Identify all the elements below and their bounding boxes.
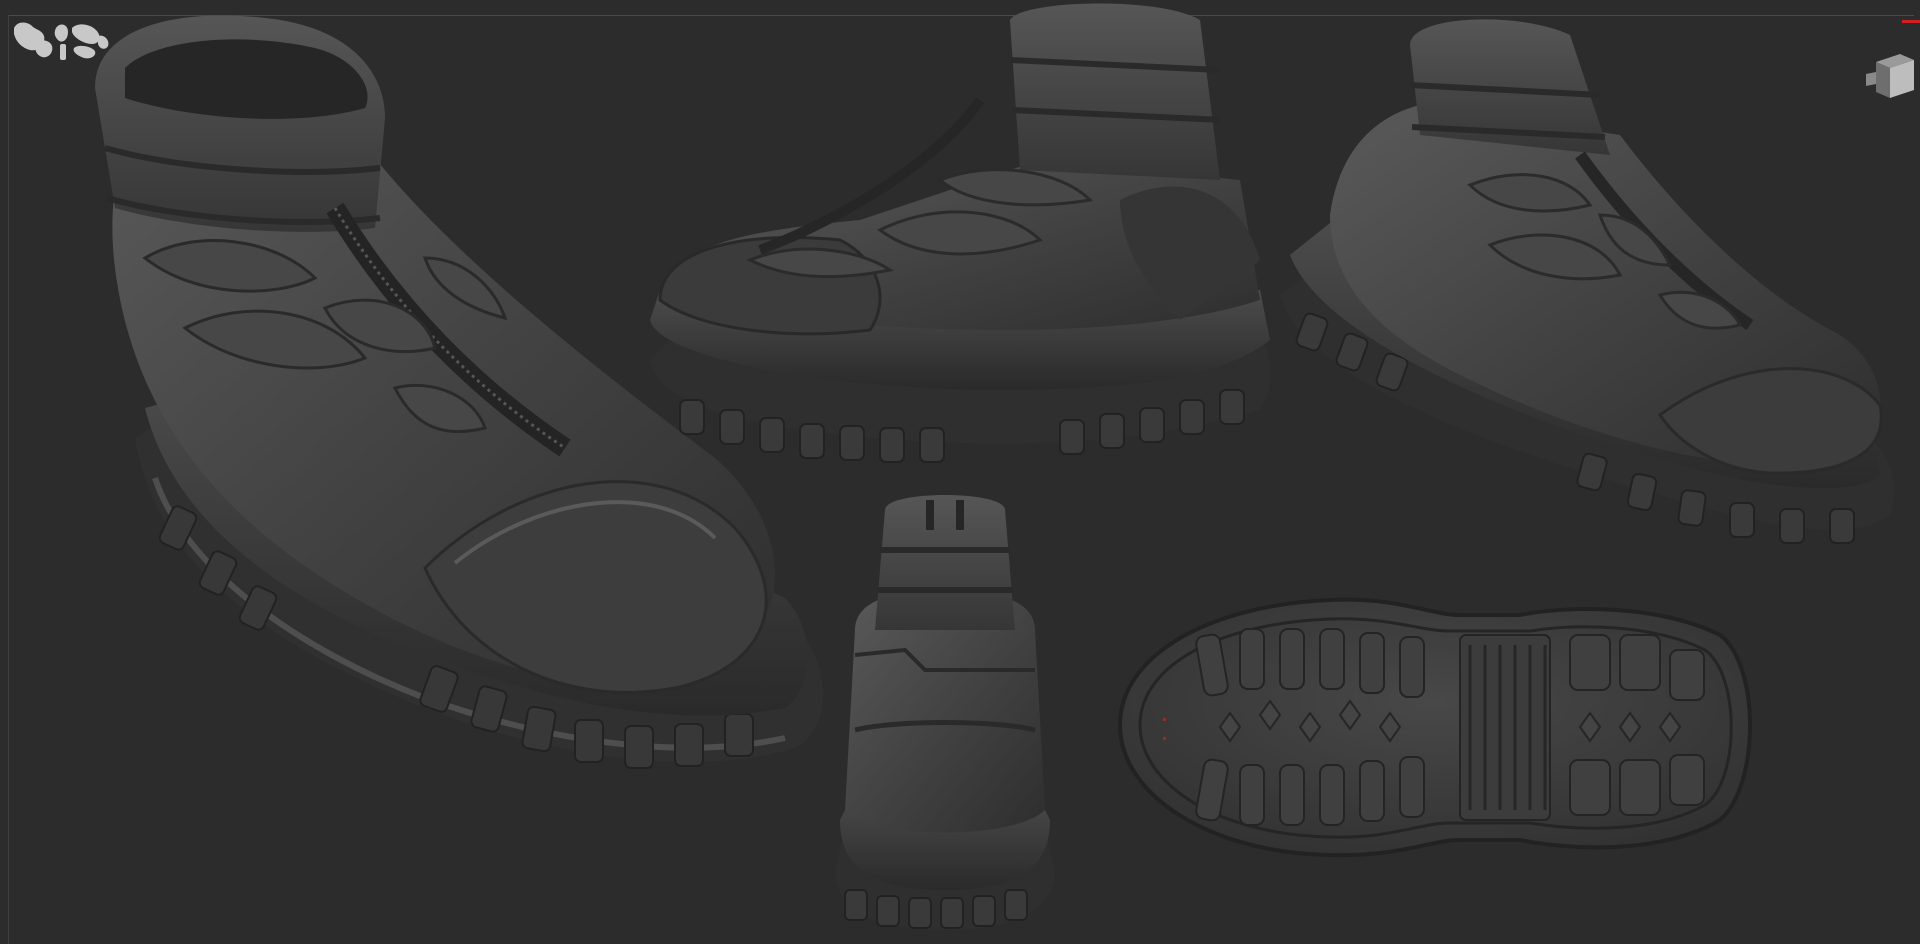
axis-indicator-icon	[1902, 20, 1920, 23]
boot-side-view[interactable]	[640, 0, 1280, 470]
boot-sole-view[interactable]	[1100, 595, 1755, 860]
3d-viewport[interactable]	[0, 0, 1920, 944]
viewport-border-left	[8, 15, 9, 944]
boot-three-quarter-view[interactable]	[1280, 15, 1900, 575]
boot-rear-view[interactable]	[815, 490, 1075, 930]
